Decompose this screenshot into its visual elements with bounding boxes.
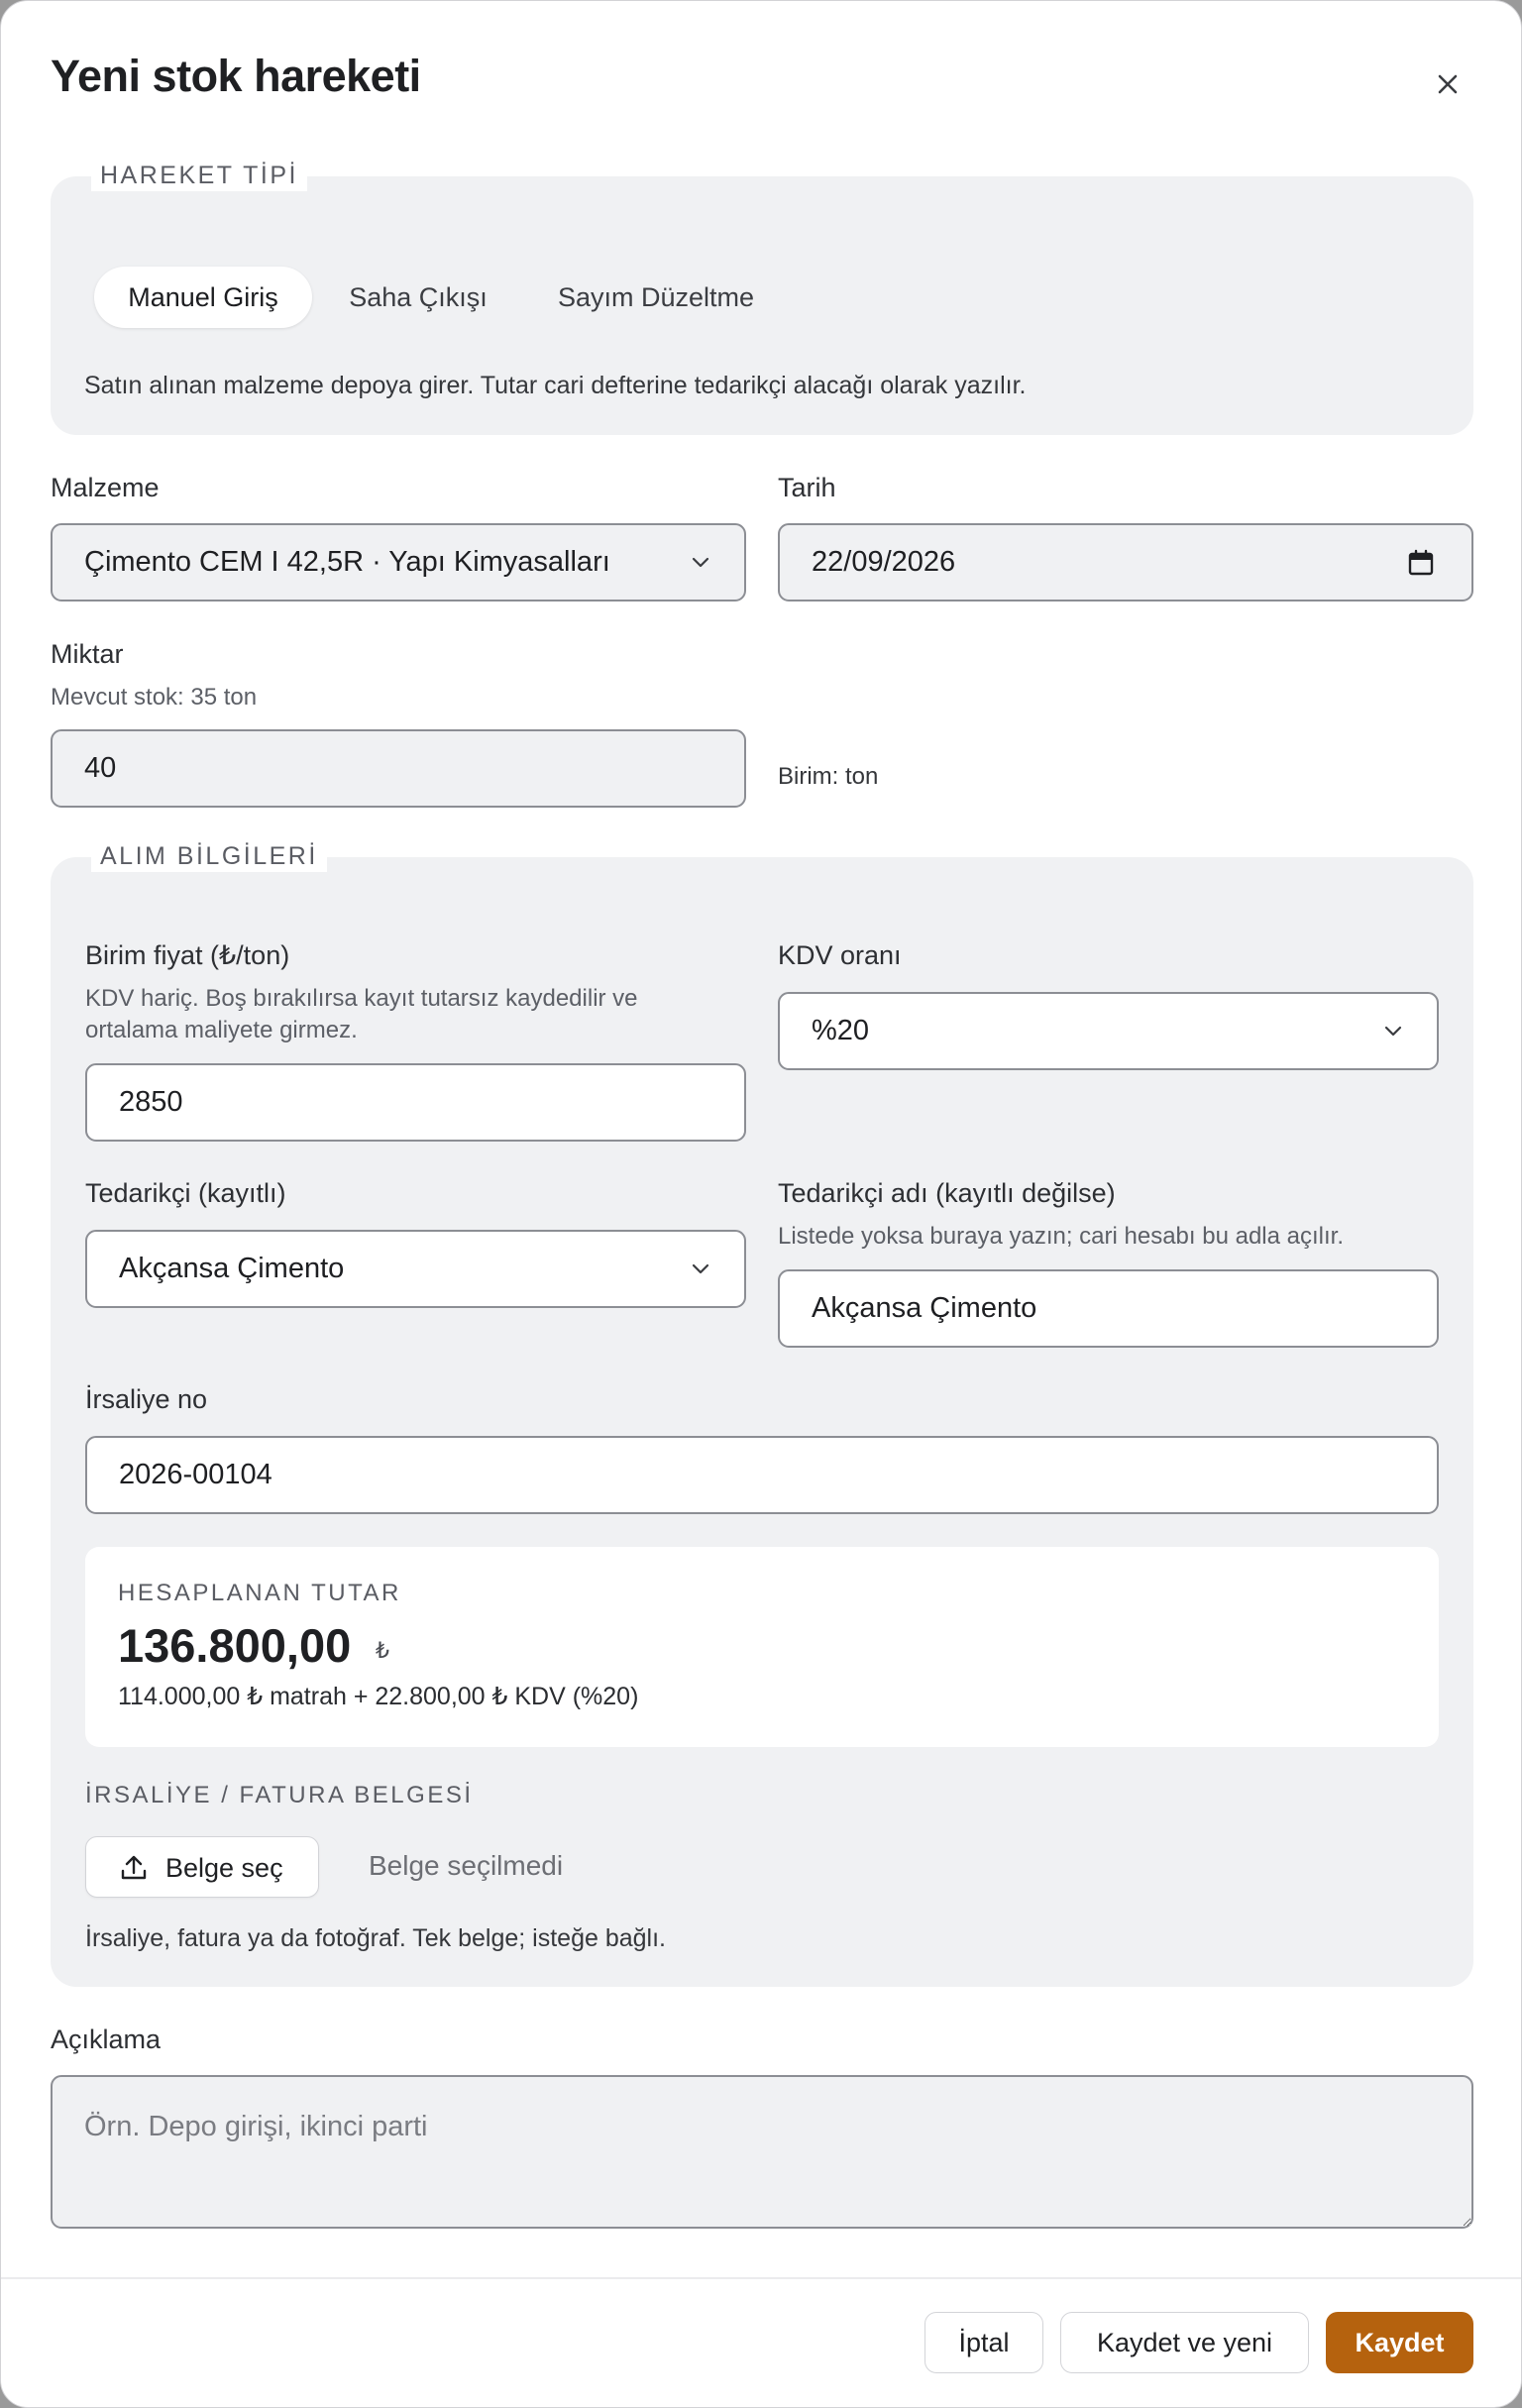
material-label: Malzeme <box>51 473 160 502</box>
quantity-value: 40 <box>84 752 117 784</box>
date-value: 22/09/2026 <box>812 546 956 578</box>
unit-price-value: 2850 <box>119 1086 183 1118</box>
movement-type-legend: HAREKET TİPİ <box>91 160 307 191</box>
movement-type-description: Satın alınan malzeme depoya girer. Tutar… <box>84 372 1027 399</box>
save-button[interactable]: Kaydet <box>1326 2312 1473 2373</box>
select-document-button[interactable]: Belge seç <box>85 1836 319 1898</box>
supplier-name-value: Akçansa Çimento <box>812 1292 1037 1324</box>
date-label: Tarih <box>778 473 836 502</box>
calculated-total-currency: ₺ <box>376 1638 389 1663</box>
save-and-new-button[interactable]: Kaydet ve yeni <box>1060 2312 1309 2373</box>
material-select[interactable]: Çimento CEM I 42,5R · Yapı Kimyasalları <box>51 523 746 602</box>
waybill-input[interactable]: 2026-00104 <box>85 1436 1439 1514</box>
chevron-down-icon <box>692 557 709 568</box>
calculated-total-caption: HESAPLANAN TUTAR <box>118 1580 401 1606</box>
calculated-total-detail: 114.000,00 ₺ matrah + 22.800,00 ₺ KDV (%… <box>118 1683 639 1710</box>
supplier-name-input[interactable]: Akçansa Çimento <box>778 1269 1439 1348</box>
cancel-button[interactable]: İptal <box>924 2312 1043 2373</box>
date-input[interactable]: 22/09/2026 <box>778 523 1473 602</box>
unit-price-input[interactable]: 2850 <box>85 1063 746 1142</box>
quantity-hint: Mevcut stok: 35 ton <box>51 684 258 711</box>
tab-manuel-giris[interactable]: Manuel Giriş <box>94 267 312 328</box>
chevron-down-icon <box>1384 1026 1402 1037</box>
unit-price-label: Birim fiyat (₺/ton) <box>85 940 290 970</box>
calculated-total-card: HESAPLANAN TUTAR 136.800,00 ₺ 114.000,00… <box>85 1547 1439 1747</box>
material-value: Çimento CEM I 42,5R · Yapı Kimyasalları <box>84 546 610 578</box>
tab-sayim-duzeltme[interactable]: Sayım Düzeltme <box>536 267 776 328</box>
supplier-name-hint: Listede yoksa buraya yazın; cari hesabı … <box>778 1223 1344 1250</box>
select-document-label: Belge seç <box>165 1853 283 1883</box>
unit-price-hint-2: ortalama maliyete girmez. <box>85 1017 358 1043</box>
supplier-name-label: Tedarikçi adı (kayıtlı değilse) <box>778 1178 1116 1208</box>
footer-divider <box>1 2277 1521 2279</box>
stock-movement-dialog: Yeni stok hareketi HAREKET TİPİ Manuel G… <box>0 0 1522 2408</box>
vat-select[interactable]: %20 <box>778 992 1439 1070</box>
supplier-select[interactable]: Akçansa Çimento <box>85 1230 746 1308</box>
supplier-value: Akçansa Çimento <box>119 1253 345 1284</box>
note-textarea[interactable] <box>51 2075 1473 2229</box>
quantity-input[interactable]: 40 <box>51 729 746 808</box>
quantity-label: Miktar <box>51 639 124 669</box>
upload-icon <box>121 1855 147 1880</box>
document-legend: İRSALİYE / FATURA BELGESİ <box>85 1782 474 1808</box>
document-status: Belge seçilmedi <box>369 1850 564 1881</box>
close-icon[interactable] <box>1428 64 1468 104</box>
supplier-label: Tedarikçi (kayıtlı) <box>85 1178 286 1208</box>
dialog-title: Yeni stok hareketi <box>51 51 421 101</box>
unit-text: Birim: ton <box>778 763 879 790</box>
purchase-legend: ALIM BİLGİLERİ <box>91 840 327 872</box>
unit-price-hint-1: KDV hariç. Boş bırakılırsa kayıt tutarsı… <box>85 985 638 1012</box>
waybill-label: İrsaliye no <box>85 1384 208 1414</box>
chevron-down-icon <box>692 1263 709 1274</box>
tab-saha-cikisi[interactable]: Saha Çıkışı <box>328 267 508 328</box>
calculated-total-amount: 136.800,00 <box>118 1619 352 1672</box>
waybill-value: 2026-00104 <box>119 1459 272 1490</box>
calendar-icon[interactable] <box>1408 549 1434 577</box>
vat-label: KDV oranı <box>778 940 902 970</box>
vat-value: %20 <box>812 1015 870 1046</box>
note-label: Açıklama <box>51 2025 162 2054</box>
document-hint: İrsaliye, fatura ya da fotoğraf. Tek bel… <box>85 1924 666 1952</box>
